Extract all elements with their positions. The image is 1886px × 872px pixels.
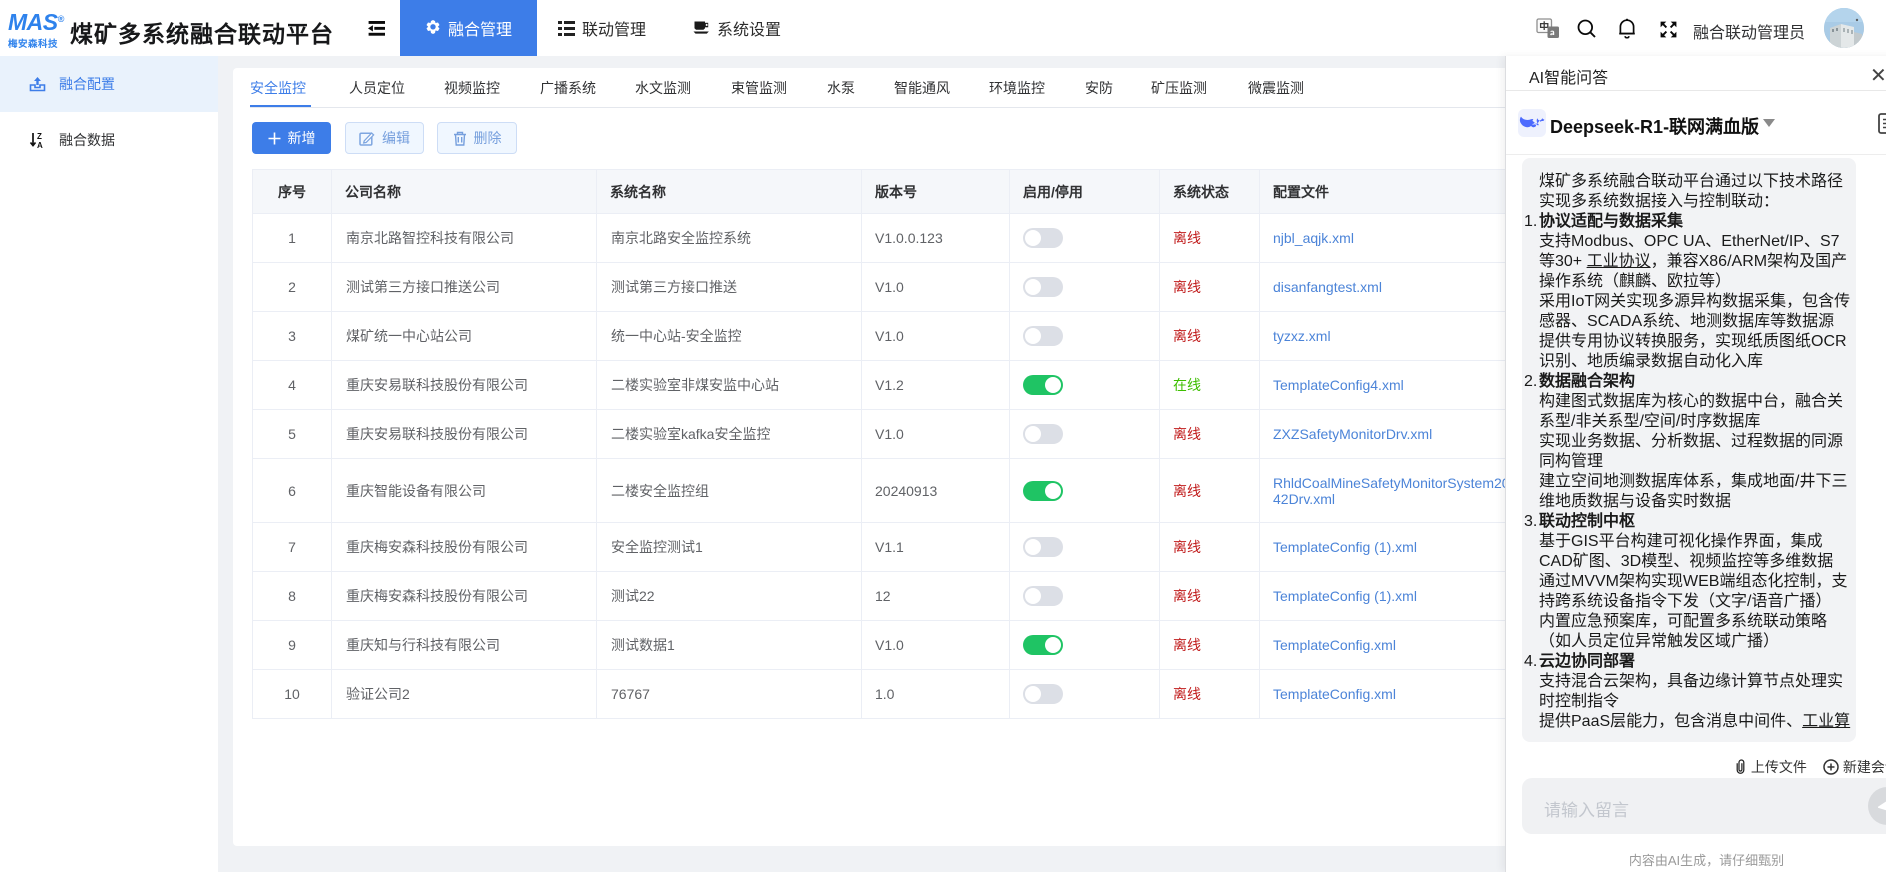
svg-text:A: A (37, 141, 43, 149)
svg-text:Z: Z (37, 132, 42, 141)
